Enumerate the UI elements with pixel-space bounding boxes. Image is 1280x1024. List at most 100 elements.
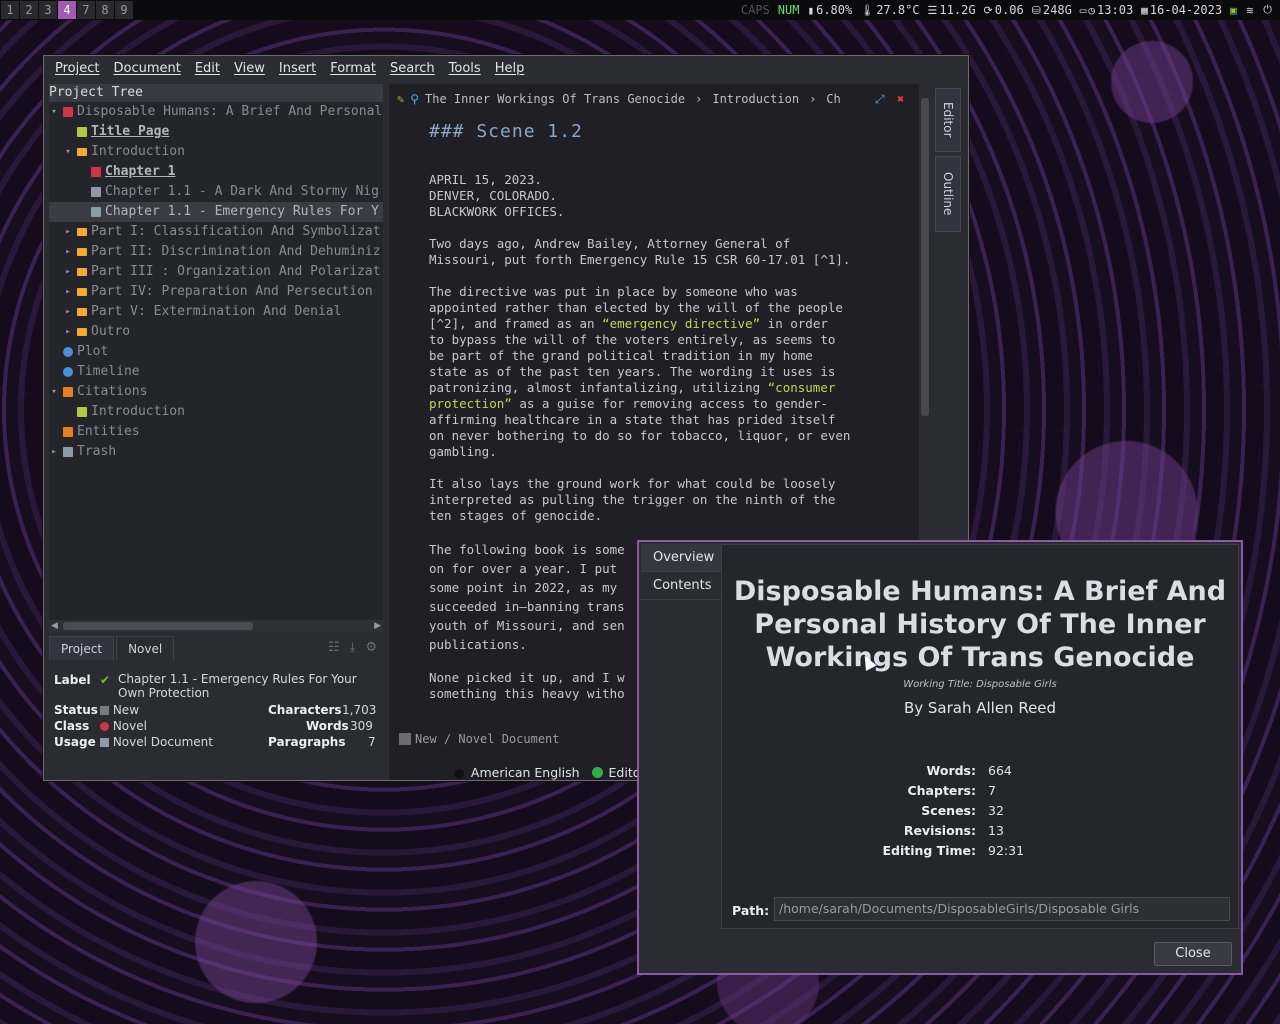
tree-item[interactable]: ▾ Introduction — [49, 142, 383, 162]
menu-help[interactable]: Help — [488, 61, 532, 76]
workspace-button[interactable]: 7 — [77, 1, 95, 19]
cpu-icon: ▮ — [807, 4, 815, 17]
list-icon[interactable]: ☷ — [328, 640, 340, 655]
tray-app-icon[interactable]: ▣ — [1230, 4, 1237, 17]
tree-item-label: Trash — [77, 444, 117, 459]
folder-icon — [77, 308, 87, 316]
tree-item-label: Part IV: Preparation And Persecution — [91, 284, 373, 299]
tree-item[interactable]: Chapter 1.1 - A Dark And Stormy Nig — [49, 182, 383, 202]
menu-edit[interactable]: Edit — [188, 61, 227, 76]
chevron-right-icon[interactable]: ▸ — [49, 442, 59, 462]
menu-search[interactable]: Search — [383, 61, 442, 76]
chevron-down-icon[interactable]: ▾ — [63, 142, 73, 162]
gear-icon[interactable]: ⚙ — [365, 640, 377, 655]
tree-item[interactable]: ▸ Outro — [49, 322, 383, 342]
workspace-button[interactable]: 2 — [20, 1, 38, 19]
scene-heading: ### Scene 1.2 — [429, 121, 583, 142]
menu-tools[interactable]: Tools — [442, 61, 488, 76]
tree-item[interactable]: Entities — [49, 422, 383, 442]
system-indicators: CAPS NUM ▮ 6.80% 🌡 27.8°C ☰ 11.2G ⟳ 0.06 ⛁ 24… — [741, 3, 1280, 17]
num-indicator: NUM — [777, 3, 800, 17]
editor-header: ✎ ⚲ The Inner Workings Of Trans Genocide… — [389, 84, 919, 114]
tab-overview[interactable]: Overview — [641, 544, 721, 572]
tab-contents[interactable]: Contents — [641, 572, 721, 600]
expand-icon[interactable]: ⤢ — [875, 92, 885, 107]
tree-item-label: Outro — [91, 324, 131, 339]
document-icon — [91, 187, 101, 197]
document-icon — [63, 447, 73, 457]
workspace-button[interactable]: 3 — [39, 1, 57, 19]
spellcheck-icon: ● — [454, 764, 465, 780]
workspace-button[interactable]: 9 — [115, 1, 133, 19]
tree-item[interactable]: Chapter 1 — [49, 162, 383, 182]
pencil-icon[interactable]: ✎ — [397, 92, 404, 106]
folder-icon — [77, 248, 87, 256]
export-icon[interactable]: ⤓ — [350, 640, 356, 655]
tree-item[interactable]: ▾ Citations — [49, 382, 383, 402]
date[interactable]: ▦ 16-04-2023 — [1141, 3, 1222, 17]
chevron-down-icon[interactable]: ▾ — [49, 382, 59, 402]
stat-value: 664 — [988, 763, 1012, 778]
tree-item[interactable]: ▾ Disposable Humans: A Brief And Personal — [49, 102, 383, 122]
chevron-right-icon[interactable]: ▸ — [63, 222, 73, 242]
close-button[interactable]: Close — [1154, 942, 1232, 966]
tree-item-label: Disposable Humans: A Brief And Personal — [77, 104, 383, 119]
menu-format[interactable]: Format — [323, 61, 383, 76]
chevron-down-icon[interactable]: ▾ — [49, 102, 59, 122]
chevron-right-icon[interactable]: ▸ — [63, 302, 73, 322]
chevron-right-icon[interactable]: ▸ — [63, 262, 73, 282]
clock[interactable]: ▭ ◷ 13:03 — [1080, 3, 1133, 17]
tree-item-label: Timeline — [77, 364, 140, 379]
project-details-dialog: Overview Contents Disposable Humans: A B… — [637, 540, 1243, 975]
close-document-icon[interactable]: ✖ — [897, 92, 904, 106]
menu-insert[interactable]: Insert — [272, 61, 323, 76]
tab-outline[interactable]: Outline — [935, 156, 961, 232]
workspace-button[interactable]: 1 — [1, 1, 19, 19]
search-icon[interactable]: ⚲ — [410, 92, 419, 106]
menu-document[interactable]: Document — [106, 61, 187, 76]
workspace-button[interactable]: 4 — [58, 1, 76, 19]
status-value: New — [100, 702, 139, 718]
load-icon: ⟳ — [983, 4, 993, 17]
tree-item[interactable]: Title Page — [49, 122, 383, 142]
scroll-right-icon[interactable]: ▶ — [374, 621, 381, 631]
battery-icon: ▭ — [1079, 4, 1087, 17]
tab-editor[interactable]: Editor — [935, 88, 961, 152]
tree-horizontal-scrollbar[interactable]: ◀ ▶ — [49, 620, 383, 632]
editor-paragraph: Two days ago, Andrew Bailey, Attorney Ge… — [429, 236, 851, 267]
tree-item[interactable]: ▸ Part V: Extermination And Denial — [49, 302, 383, 322]
wifi-icon[interactable]: ≋ — [1247, 4, 1254, 17]
scrollbar-thumb[interactable] — [63, 622, 253, 630]
usage-value: Novel Document — [100, 734, 213, 750]
tree-item[interactable]: ▸ Part IV: Preparation And Persecution — [49, 282, 383, 302]
document-icon — [100, 738, 109, 747]
tree-item-label: Part III : Organization And Polarizat — [91, 264, 381, 279]
tree-item-label: Citations — [77, 384, 148, 399]
power-icon[interactable]: ⏻ — [1263, 3, 1272, 17]
tree-item[interactable]: ▸ Part I: Classification And Symbolizat — [49, 222, 383, 242]
tree-item[interactable]: Chapter 1.1 - Emergency Rules For Y — [49, 202, 383, 222]
document-icon — [91, 207, 101, 217]
workspace-button[interactable]: 8 — [96, 1, 114, 19]
tree-item[interactable]: ▸ Trash — [49, 442, 383, 462]
tree-item[interactable]: Timeline — [49, 362, 383, 382]
tab-novel[interactable]: Novel — [116, 636, 175, 660]
folder-icon — [77, 328, 87, 336]
tree-item[interactable]: ▸ Part III : Organization And Polarizat — [49, 262, 383, 282]
path-field[interactable]: /home/sarah/Documents/DisposableGirls/Di… — [774, 897, 1230, 921]
tree-item[interactable]: Plot — [49, 342, 383, 362]
chevron-right-icon[interactable]: ▸ — [63, 242, 73, 262]
tree-item[interactable]: ▸ Part II: Discrimination And Dehuminiz — [49, 242, 383, 262]
chevron-right-icon[interactable]: ▸ — [63, 322, 73, 342]
menu-project[interactable]: Project — [48, 61, 106, 76]
check-icon: ✔ — [100, 673, 111, 687]
scrollbar-thumb[interactable] — [921, 98, 929, 416]
scroll-left-icon[interactable]: ◀ — [51, 621, 58, 631]
chevron-right-icon[interactable]: ▸ — [63, 282, 73, 302]
language-indicator[interactable]: American English — [471, 765, 580, 780]
stat-row: Words: 664 — [722, 761, 1238, 781]
tab-project[interactable]: Project — [49, 636, 115, 660]
words-value: 309 — [350, 719, 373, 733]
menu-view[interactable]: View — [227, 61, 272, 76]
tree-item[interactable]: Introduction — [49, 402, 383, 422]
